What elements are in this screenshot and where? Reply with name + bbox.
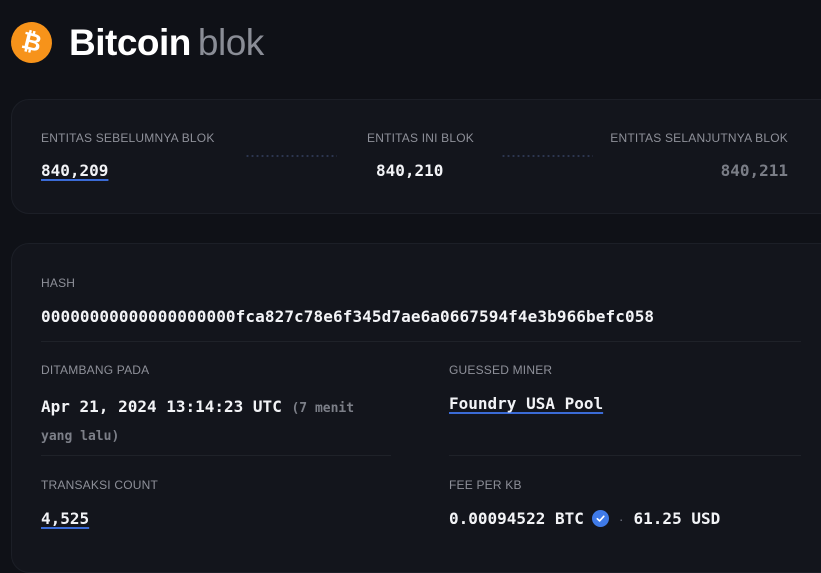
hash-label: HASH bbox=[41, 276, 76, 290]
current-block-value: 840,210 bbox=[376, 161, 444, 180]
current-block-label: ENTITAS INI BLOK bbox=[367, 131, 474, 145]
current-block: ENTITAS INI BLOK 840,210 bbox=[367, 131, 474, 180]
transaction-count-link[interactable]: 4,525 bbox=[41, 509, 158, 528]
miner-label: GUESSED MINER bbox=[449, 363, 553, 377]
miner-link[interactable]: Foundry USA Pool bbox=[449, 394, 603, 413]
fee-btc-value: 0.00094522 BTC bbox=[449, 509, 584, 528]
added-time-value: Apr 21, 2024 13:14:23 UTC (7 menit yang … bbox=[41, 394, 381, 450]
fee-row: 0.00094522 BTC · 61.25 USD bbox=[449, 509, 720, 528]
added-time-label: DITAMBANG PADA bbox=[41, 363, 150, 377]
added-time-field: DITAMBANG PADA Apr 21, 2024 13:14:23 UTC… bbox=[41, 363, 381, 450]
hash-value[interactable]: 00000000000000000000fca827c78e6f345d7ae6… bbox=[41, 307, 654, 326]
site-header: ₿ Bitcoin blok bbox=[6, 17, 264, 68]
divider bbox=[41, 455, 391, 456]
miner-field: GUESSED MINER Foundry USA Pool bbox=[449, 363, 603, 413]
nav-dotted-connector bbox=[245, 155, 337, 157]
check-badge-icon bbox=[591, 510, 609, 527]
nav-dotted-connector bbox=[501, 155, 593, 157]
transaction-count-field: TRANSAKSI COUNT 4,525 bbox=[41, 478, 158, 528]
fee-per-kb-field: FEE PER KB 0.00094522 BTC · 61.25 USD bbox=[449, 478, 720, 528]
block-details-card: HASH 00000000000000000000fca827c78e6f345… bbox=[11, 243, 821, 573]
hash-field: HASH 00000000000000000000fca827c78e6f345… bbox=[41, 276, 654, 326]
previous-block-label: ENTITAS SEBELUMNYA BLOK bbox=[41, 131, 215, 145]
brand-title[interactable]: Bitcoin blok bbox=[69, 22, 264, 63]
previous-block-link[interactable]: 840,209 bbox=[41, 161, 215, 180]
fee-per-kb-label: FEE PER KB bbox=[449, 478, 522, 492]
transaction-count-label: TRANSAKSI COUNT bbox=[41, 478, 159, 492]
bitcoin-icon[interactable]: ₿ bbox=[6, 17, 57, 68]
brand-subtitle: blok bbox=[197, 22, 264, 63]
brand-title-text: Bitcoin bbox=[69, 22, 191, 63]
next-block-value: 840,211 bbox=[720, 161, 788, 180]
next-block: ENTITAS SELANJUTNYA BLOK 840,211 bbox=[610, 131, 788, 180]
block-navigation-card: ENTITAS SEBELUMNYA BLOK 840,209 ENTITAS … bbox=[11, 99, 821, 214]
fee-separator: · bbox=[618, 510, 624, 527]
previous-block: ENTITAS SEBELUMNYA BLOK 840,209 bbox=[41, 131, 215, 180]
fee-usd-value: 61.25 USD bbox=[633, 509, 721, 528]
added-time-text: Apr 21, 2024 13:14:23 UTC bbox=[41, 397, 282, 416]
next-block-label: ENTITAS SELANJUTNYA BLOK bbox=[610, 131, 788, 145]
divider bbox=[41, 341, 801, 342]
divider bbox=[449, 455, 801, 456]
